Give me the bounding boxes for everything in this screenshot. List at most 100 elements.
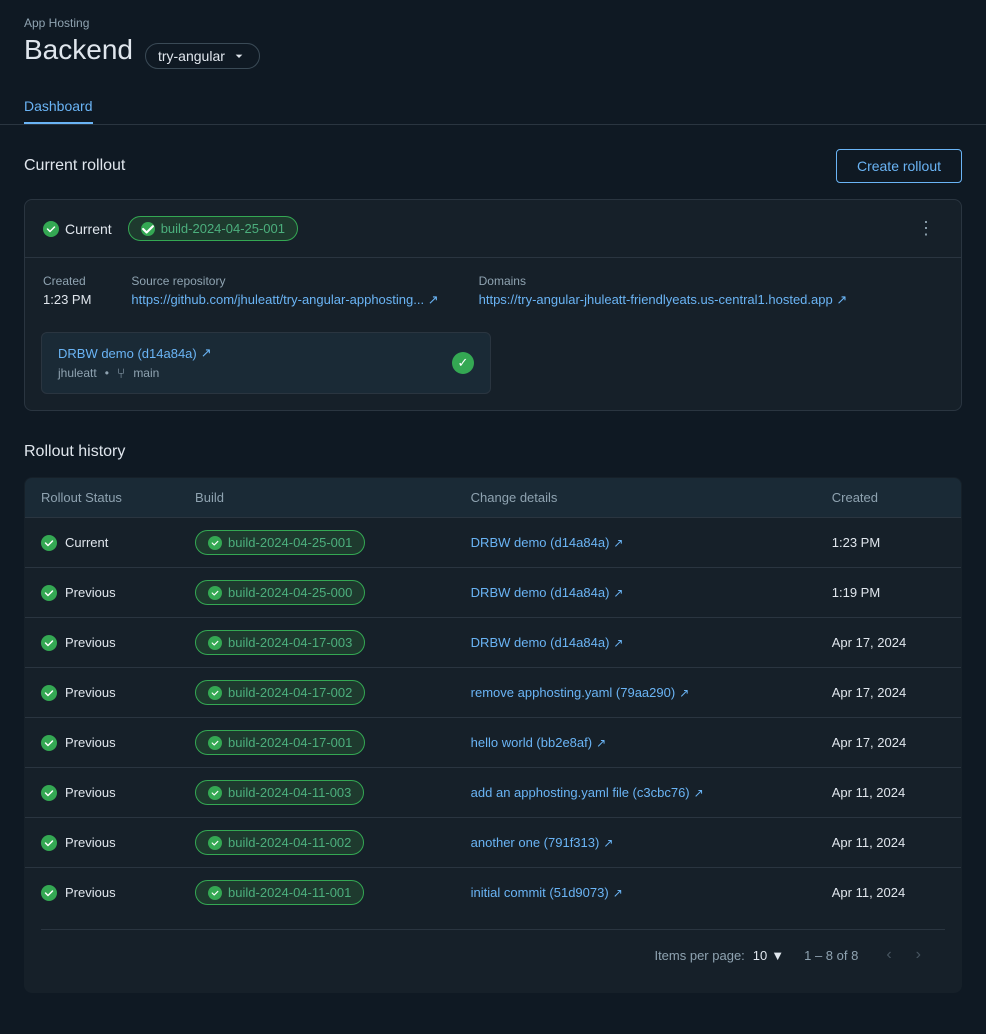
- created-group: Created 1:23 PM: [43, 274, 91, 308]
- tab-dashboard[interactable]: Dashboard: [24, 90, 93, 124]
- change-text: initial commit (51d9073): [471, 885, 609, 900]
- build-dot: [141, 222, 155, 236]
- created-label: Created: [43, 274, 91, 288]
- col-rollout-status: Rollout Status: [25, 478, 180, 518]
- per-page-select[interactable]: 10 ▼: [753, 948, 784, 963]
- status-cell: Previous: [41, 585, 163, 601]
- change-external-icon: ↗: [613, 886, 623, 900]
- change-link[interactable]: remove apphosting.yaml (79aa290) ↗: [471, 685, 800, 700]
- row-check-icon: [44, 888, 54, 898]
- change-external-icon: ↗: [613, 536, 623, 550]
- prev-page-button[interactable]: ‹: [878, 942, 899, 968]
- table-build-label: build-2024-04-11-001: [228, 885, 351, 900]
- table-build-check: [211, 739, 219, 747]
- table-build-dot: [208, 736, 222, 750]
- cell-status: Previous: [25, 818, 180, 868]
- change-text: hello world (bb2e8af): [471, 735, 592, 750]
- current-rollout-card: Current build-2024-04-25-001 ⋮ Created 1…: [24, 199, 962, 411]
- change-link[interactable]: another one (791f313) ↗: [471, 835, 800, 850]
- created-value: 1:23 PM: [43, 292, 91, 307]
- table-row: Current build-2024-04-25-001 DRBW demo (…: [25, 518, 962, 568]
- domains-link[interactable]: https://try-angular-jhuleatt-friendlyeat…: [479, 292, 848, 308]
- cell-created: Apr 17, 2024: [816, 668, 962, 718]
- status-text: Previous: [65, 585, 116, 600]
- table-build-dot: [208, 836, 222, 850]
- current-rollout-header: Current rollout Create rollout: [24, 149, 962, 183]
- table-build-dot: [208, 586, 222, 600]
- create-rollout-button[interactable]: Create rollout: [836, 149, 962, 183]
- commit-author: jhuleatt: [58, 366, 97, 380]
- change-text: DRBW demo (d14a84a): [471, 585, 610, 600]
- status-text: Previous: [65, 685, 116, 700]
- change-external-icon: ↗: [694, 786, 704, 800]
- table-build-dot: [208, 786, 222, 800]
- status-cell: Previous: [41, 685, 163, 701]
- status-green-dot: [41, 835, 57, 851]
- rollout-history-section: Rollout history Rollout Status Build Cha…: [24, 443, 962, 993]
- change-external-icon: ↗: [596, 736, 606, 750]
- build-check-icon: [141, 222, 155, 236]
- commit-card: DRBW demo (d14a84a) ↗ jhuleatt • ⑂ main …: [41, 332, 491, 394]
- table-build-dot: [208, 886, 222, 900]
- cell-change: hello world (bb2e8af) ↗: [455, 718, 816, 768]
- table-row: Previous build-2024-04-17-003 DRBW demo …: [25, 618, 962, 668]
- status-text: Previous: [65, 735, 116, 750]
- pagination-row: Items per page: 10 ▼ 1 – 8 of 8 ‹ ›: [25, 917, 962, 993]
- change-text: another one (791f313): [471, 835, 600, 850]
- change-link[interactable]: DRBW demo (d14a84a) ↗: [471, 635, 800, 650]
- cell-created: Apr 11, 2024: [816, 768, 962, 818]
- cell-created: 1:23 PM: [816, 518, 962, 568]
- commit-link[interactable]: DRBW demo (d14a84a) ↗: [58, 345, 212, 361]
- table-build-check: [211, 689, 219, 697]
- table-header: Rollout Status Build Change details Crea…: [25, 478, 962, 518]
- status-cell: Previous: [41, 735, 163, 751]
- table-build-label: build-2024-04-11-002: [228, 835, 351, 850]
- status-cell: Previous: [41, 785, 163, 801]
- change-link[interactable]: DRBW demo (d14a84a) ↗: [471, 585, 800, 600]
- status-text: Previous: [65, 785, 116, 800]
- table-row: Previous build-2024-04-17-001 hello worl…: [25, 718, 962, 768]
- chevron-down-icon: [231, 48, 247, 64]
- cell-change: another one (791f313) ↗: [455, 818, 816, 868]
- rollout-status-badge: Current: [43, 221, 112, 237]
- change-link[interactable]: add an apphosting.yaml file (c3cbc76) ↗: [471, 785, 800, 800]
- items-per-page-label: Items per page:: [654, 948, 744, 963]
- main-content: Current rollout Create rollout Current b…: [0, 125, 986, 1017]
- table-build-badge: build-2024-04-17-003: [195, 630, 365, 655]
- cell-build: build-2024-04-25-001: [179, 518, 455, 568]
- card-details: Created 1:23 PM Source repository https:…: [25, 258, 961, 324]
- source-repo-link[interactable]: https://github.com/jhuleatt/try-angular-…: [131, 292, 438, 308]
- table-build-dot: [208, 536, 222, 550]
- table-build-check: [211, 789, 219, 797]
- table-footer: Items per page: 10 ▼ 1 – 8 of 8 ‹ ›: [25, 917, 962, 993]
- status-cell: Current: [41, 535, 163, 551]
- cell-change: add an apphosting.yaml file (c3cbc76) ↗: [455, 768, 816, 818]
- cell-status: Current: [25, 518, 180, 568]
- change-link[interactable]: initial commit (51d9073) ↗: [471, 885, 800, 900]
- table-build-badge: build-2024-04-11-001: [195, 880, 364, 905]
- commit-meta: jhuleatt • ⑂ main: [58, 365, 212, 381]
- table-build-check: [211, 839, 219, 847]
- more-options-button[interactable]: ⋮: [909, 214, 943, 243]
- cell-change: remove apphosting.yaml (79aa290) ↗: [455, 668, 816, 718]
- rollout-history-title: Rollout history: [24, 443, 962, 461]
- backend-row: Backend try-angular: [24, 34, 962, 78]
- row-check-icon: [44, 688, 54, 698]
- table-build-badge: build-2024-04-17-002: [195, 680, 365, 705]
- card-top: Current build-2024-04-25-001 ⋮: [25, 200, 961, 258]
- change-link[interactable]: hello world (bb2e8af) ↗: [471, 735, 800, 750]
- next-page-button[interactable]: ›: [908, 942, 929, 968]
- pagination-items: Items per page: 10 ▼: [654, 948, 784, 963]
- app-hosting-label: App Hosting: [24, 16, 962, 30]
- change-link[interactable]: DRBW demo (d14a84a) ↗: [471, 535, 800, 550]
- cell-build: build-2024-04-11-001: [179, 868, 455, 918]
- cell-status: Previous: [25, 768, 180, 818]
- status-text: Current: [65, 535, 108, 550]
- commit-external-icon: ↗: [201, 345, 212, 361]
- branch-selector[interactable]: try-angular: [145, 43, 260, 69]
- table-build-label: build-2024-04-25-000: [228, 585, 352, 600]
- status-cell: Previous: [41, 885, 163, 901]
- status-green-dot: [41, 785, 57, 801]
- external-link-icon2: ↗: [836, 292, 847, 307]
- commit-link-text: DRBW demo (d14a84a): [58, 346, 197, 361]
